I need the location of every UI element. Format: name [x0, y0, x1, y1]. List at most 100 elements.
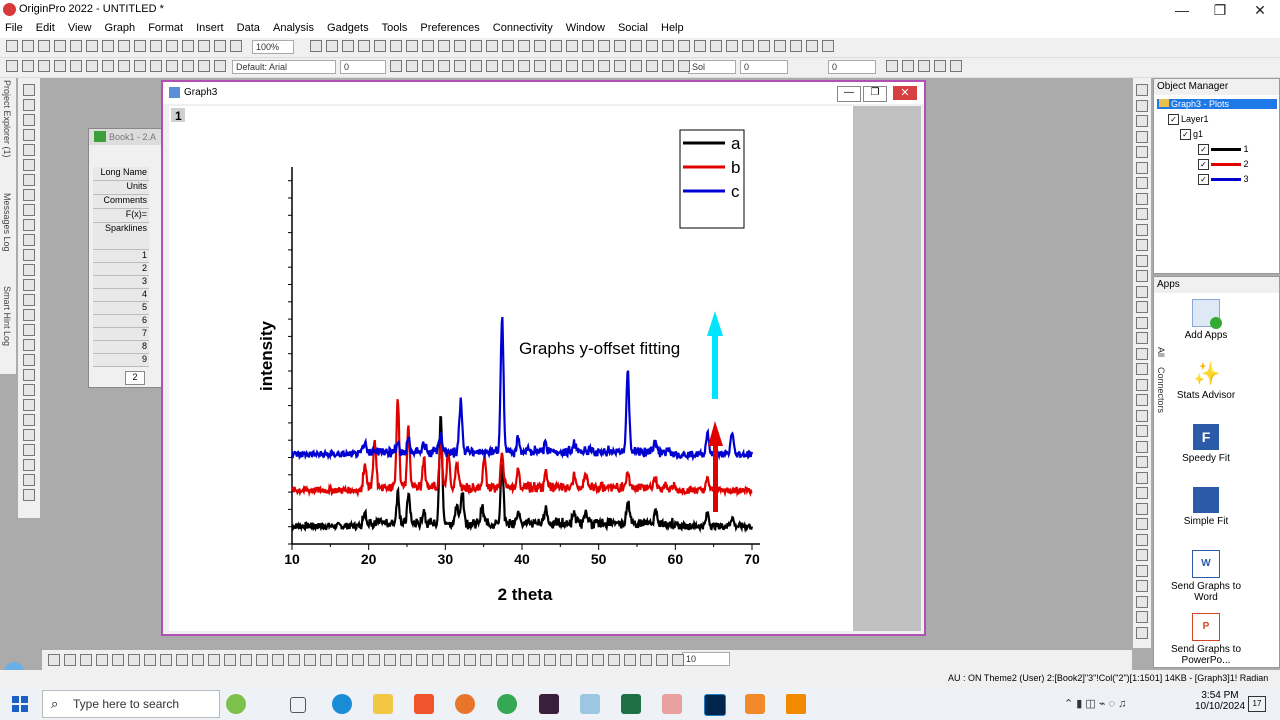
toolbar-button[interactable] — [182, 60, 194, 72]
graph-close-button[interactable]: ✕ — [893, 86, 917, 100]
toolbar-button[interactable] — [128, 654, 140, 666]
toolbar-button[interactable] — [230, 40, 242, 52]
toolbar-button[interactable] — [576, 654, 588, 666]
davinci-icon[interactable] — [539, 694, 559, 714]
tree-plot-2[interactable]: ✓ 2 — [1198, 159, 1249, 171]
workbook-window[interactable]: Book1 - 2.A Long Name Units Comments F(x… — [88, 128, 162, 388]
row-header[interactable]: 1 — [93, 250, 149, 263]
menu-gadgets[interactable]: Gadgets — [322, 20, 374, 36]
toolbar-button[interactable] — [70, 40, 82, 52]
toolbar-button[interactable] — [256, 654, 268, 666]
toolbar-button[interactable] — [22, 40, 34, 52]
graph-tool-button[interactable] — [1136, 626, 1148, 639]
toolbar-button[interactable] — [470, 60, 482, 72]
toolbar-button[interactable] — [560, 654, 572, 666]
toolbar-button[interactable] — [342, 40, 354, 52]
toolbar-button[interactable] — [112, 654, 124, 666]
toolbar-button[interactable] — [422, 60, 434, 72]
toolbar-button[interactable] — [512, 654, 524, 666]
toolbar-button[interactable] — [198, 60, 210, 72]
toolbar-button[interactable] — [336, 654, 348, 666]
cyan-offset-arrow[interactable] — [707, 311, 723, 399]
toolbar-button[interactable] — [528, 654, 540, 666]
row-header[interactable]: 9 — [93, 354, 149, 367]
graph-tool-button[interactable] — [1136, 533, 1148, 546]
graph-tool-button[interactable] — [1136, 425, 1148, 437]
toolbar-button[interactable] — [406, 60, 418, 72]
graph-tool-button[interactable] — [1136, 130, 1148, 143]
tool-button[interactable] — [23, 144, 35, 156]
row-header[interactable]: 5 — [93, 302, 149, 315]
toolbar-button[interactable] — [160, 654, 172, 666]
minimize-button[interactable]: — — [1162, 0, 1202, 20]
tool-button[interactable] — [23, 324, 35, 336]
task-view-icon[interactable] — [290, 697, 306, 713]
graph-tool-button[interactable] — [1136, 440, 1148, 453]
line-style-select[interactable]: Sol — [688, 60, 736, 74]
menu-graph[interactable]: Graph — [100, 20, 141, 36]
tool-button[interactable] — [23, 489, 35, 501]
toolbar-button[interactable] — [726, 40, 738, 52]
tree-plot-1[interactable]: ✓ 1 — [1198, 144, 1249, 156]
menu-help[interactable]: Help — [656, 20, 689, 36]
tool-button[interactable] — [23, 219, 35, 231]
toolbar-button[interactable] — [592, 654, 604, 666]
tray-icons[interactable]: ⌃ ▮ ◫ ⌁ ◌ ♫ — [1064, 697, 1126, 710]
toolbar-button[interactable] — [80, 654, 92, 666]
row-header[interactable]: 3 — [93, 276, 149, 289]
graph-tool-button[interactable] — [1136, 84, 1148, 96]
graph-tool-button[interactable] — [1136, 595, 1148, 608]
brave-icon[interactable] — [414, 694, 434, 714]
sheet-tab[interactable]: 2 — [125, 371, 145, 385]
toolbar-button[interactable] — [710, 40, 722, 52]
graph-tool-button[interactable] — [1136, 363, 1148, 375]
toolbar-button[interactable] — [198, 40, 210, 52]
toolbar-button[interactable] — [102, 40, 114, 52]
toolbar-button[interactable] — [358, 40, 370, 52]
toolbar-button[interactable] — [208, 654, 220, 666]
smart-hint-log-tab[interactable]: Smart Hint Log — [2, 286, 12, 346]
row-header[interactable]: 4 — [93, 289, 149, 302]
toolbar-button[interactable] — [390, 40, 402, 52]
toolbar-button[interactable] — [902, 60, 914, 72]
graph-tool-button[interactable] — [1136, 347, 1148, 360]
toolbar-button[interactable] — [416, 654, 428, 666]
toolbar-button[interactable] — [214, 60, 226, 72]
menu-connectivity[interactable]: Connectivity — [488, 20, 558, 36]
messages-log-tab[interactable]: Messages Log — [2, 193, 12, 252]
tool-button[interactable] — [23, 459, 35, 471]
toolbar-button[interactable] — [134, 60, 146, 72]
toolbar-button[interactable] — [918, 60, 930, 72]
graph-tool-button[interactable] — [1136, 301, 1148, 313]
toolbar-button[interactable] — [598, 40, 610, 52]
toolbar-button[interactable] — [38, 60, 50, 72]
toolbar-button[interactable] — [166, 40, 178, 52]
toolbar-button[interactable] — [742, 40, 754, 52]
toolbar-button[interactable] — [352, 654, 364, 666]
toolbar-button[interactable] — [662, 40, 674, 52]
toolbar-button[interactable] — [598, 60, 610, 72]
menu-file[interactable]: File — [0, 20, 28, 36]
graph-page[interactable]: 1 10 20 30 40 50 60 70 2 theta intensity Graph… — [169, 106, 853, 631]
tool-button[interactable] — [23, 264, 35, 276]
file-explorer-icon[interactable] — [373, 694, 393, 714]
app-send-graphs-word[interactable]: W Send Graphs to Word — [1166, 550, 1246, 603]
toolbar-button[interactable] — [614, 40, 626, 52]
toolbar-button[interactable] — [486, 60, 498, 72]
tool-button[interactable] — [23, 234, 35, 246]
toolbar-button[interactable] — [518, 40, 530, 52]
font-select[interactable]: Default: Arial — [232, 60, 336, 74]
toolbar-button[interactable] — [182, 40, 194, 52]
checkbox-layer[interactable]: ✓ — [1168, 114, 1179, 126]
tool-button[interactable] — [23, 414, 35, 426]
graph-tool-button[interactable] — [1136, 270, 1148, 282]
toolbar-button[interactable] — [304, 654, 316, 666]
toolbar-button[interactable] — [214, 40, 226, 52]
recorder-icon[interactable] — [745, 694, 765, 714]
toolbar-button[interactable] — [422, 40, 434, 52]
toolbar-button[interactable] — [432, 654, 444, 666]
toolbar-button[interactable] — [496, 654, 508, 666]
toolbar-button[interactable] — [64, 654, 76, 666]
toolbar-button[interactable] — [486, 40, 498, 52]
toolbar-button[interactable] — [22, 60, 34, 72]
